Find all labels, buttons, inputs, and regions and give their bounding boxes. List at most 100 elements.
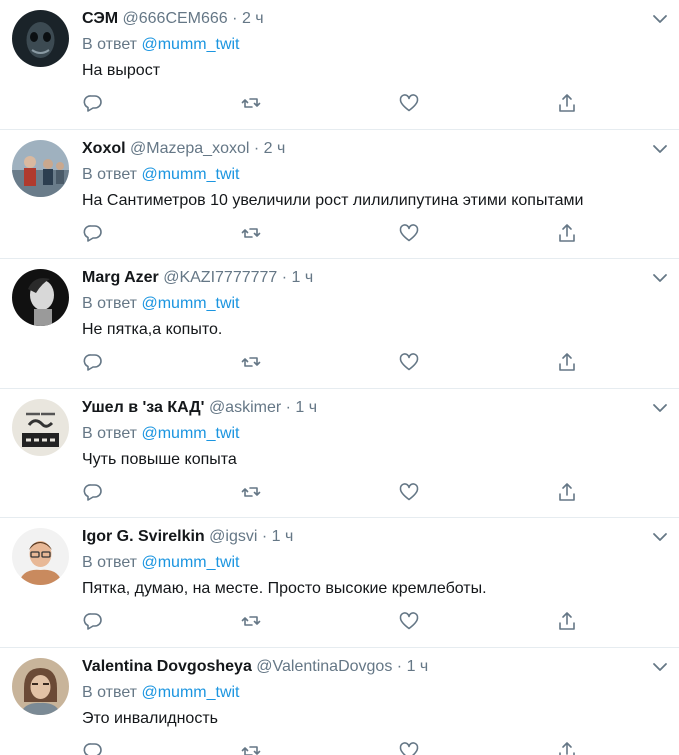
heart-icon[interactable] <box>398 222 420 244</box>
share-icon[interactable] <box>556 222 578 244</box>
heart-icon[interactable] <box>398 481 420 503</box>
author-handle[interactable]: @666CEM666 <box>123 10 228 27</box>
chevron-down-icon[interactable] <box>651 658 669 676</box>
tweet[interactable]: СЭМ @666CEM666 · 2 ч В ответ @mumm_twit … <box>0 0 679 130</box>
reply-context: В ответ @mumm_twit <box>82 34 639 56</box>
separator-dot: · <box>232 10 238 27</box>
dark-mask-avatar-icon <box>12 10 69 67</box>
tweet-content: Marg Azer @KAZI7777777 · 1 ч В ответ @mu… <box>82 267 639 341</box>
tweet-text: Это инвалидность <box>82 709 218 727</box>
reply-to-link[interactable]: @mumm_twit <box>141 166 239 183</box>
tweet[interactable]: Xoxol @Mazepa_xoxol · 2 ч В ответ @mumm_… <box>0 130 679 259</box>
share-icon[interactable] <box>556 481 578 503</box>
author-name[interactable]: Marg Azer <box>82 269 159 286</box>
reply-icon[interactable] <box>82 222 104 244</box>
share-icon[interactable] <box>556 610 578 632</box>
author-handle[interactable]: @askimer <box>209 399 281 416</box>
reply-prefix: В ответ <box>82 554 138 571</box>
tweet-text: Чуть повыше копыта <box>82 450 237 468</box>
separator-dot: · <box>285 398 291 416</box>
tweet-content: СЭМ @666CEM666 · 2 ч В ответ @mumm_twit … <box>82 8 639 82</box>
reply-to-link[interactable]: @mumm_twit <box>141 425 239 442</box>
chevron-down-icon[interactable] <box>651 528 669 546</box>
heart-icon[interactable] <box>398 92 420 114</box>
author-handle[interactable]: @ValentinaDovgos <box>256 658 392 675</box>
tweet-actions <box>82 351 592 373</box>
author-handle[interactable]: @KAZI7777777 <box>163 269 277 286</box>
timestamp[interactable]: 1 ч <box>407 658 429 675</box>
tweet[interactable]: Ушел в 'за КАД' @askimer · 1 ч В ответ @… <box>0 389 679 518</box>
author-name[interactable]: Valentina Dovgosheya <box>82 658 252 675</box>
tweet-content: Valentina Dovgosheya @ValentinaDovgos · … <box>82 656 639 730</box>
avatar[interactable] <box>12 269 69 326</box>
reply-prefix: В ответ <box>82 424 138 442</box>
separator-dot: · <box>396 657 403 675</box>
avatar[interactable] <box>12 657 69 715</box>
chevron-down-icon[interactable] <box>651 269 669 287</box>
tweet-text: Пятка, думаю, на месте. Просто высокие к… <box>82 580 487 597</box>
timestamp[interactable]: 1 ч <box>295 399 317 416</box>
tweet-text: На Сантиметров 10 увеличили рост лилилип… <box>82 191 584 209</box>
reply-to-link[interactable]: @mumm_twit <box>141 554 239 571</box>
timestamp[interactable]: 1 ч <box>292 269 314 286</box>
timestamp[interactable]: 2 ч <box>264 140 286 157</box>
reply-prefix: В ответ <box>82 36 138 53</box>
tweet-header: Valentina Dovgosheya @ValentinaDovgos · … <box>82 656 639 678</box>
retweet-icon[interactable] <box>240 740 262 755</box>
chevron-down-icon[interactable] <box>651 140 669 158</box>
reply-icon[interactable] <box>82 351 104 373</box>
reply-icon[interactable] <box>82 740 104 755</box>
tweet-header: СЭМ @666CEM666 · 2 ч <box>82 8 639 30</box>
avatar[interactable] <box>12 398 69 456</box>
timestamp[interactable]: 1 ч <box>272 528 294 545</box>
heart-icon[interactable] <box>398 610 420 632</box>
author-name[interactable]: Ушел в 'за КАД' <box>82 399 204 416</box>
reply-to-link[interactable]: @mumm_twit <box>141 36 239 53</box>
retweet-icon[interactable] <box>240 92 262 114</box>
reply-icon[interactable] <box>82 92 104 114</box>
woman-photo-avatar-icon <box>12 657 69 715</box>
text-badge-avatar-icon <box>12 398 69 456</box>
author-name[interactable]: Igor G. Svirelkin <box>82 528 205 545</box>
share-icon[interactable] <box>556 92 578 114</box>
separator-dot: · <box>261 528 268 545</box>
author-name[interactable]: СЭМ <box>82 10 118 27</box>
reply-to-link[interactable]: @mumm_twit <box>141 295 239 312</box>
share-icon[interactable] <box>556 740 578 755</box>
heart-icon[interactable] <box>398 351 420 373</box>
reply-context: В ответ @mumm_twit <box>82 552 639 574</box>
author-handle[interactable]: @igsvi <box>209 528 257 545</box>
avatar[interactable] <box>12 10 69 67</box>
author-handle[interactable]: @Mazepa_xoxol <box>130 140 249 157</box>
reply-context: В ответ @mumm_twit <box>82 682 639 704</box>
tweet[interactable]: Valentina Dovgosheya @ValentinaDovgos · … <box>0 648 679 755</box>
reply-prefix: В ответ <box>82 683 138 701</box>
share-icon[interactable] <box>556 351 578 373</box>
tweet[interactable]: Marg Azer @KAZI7777777 · 1 ч В ответ @mu… <box>0 259 679 389</box>
reply-icon[interactable] <box>82 610 104 632</box>
timestamp[interactable]: 2 ч <box>242 10 264 27</box>
avatar[interactable] <box>12 139 69 197</box>
avatar[interactable] <box>12 528 69 585</box>
retweet-icon[interactable] <box>240 481 262 503</box>
tweet-text: На вырост <box>82 62 161 79</box>
chevron-down-icon[interactable] <box>651 399 669 417</box>
crowd-photo-avatar-icon <box>12 139 69 197</box>
heart-icon[interactable] <box>398 740 420 755</box>
separator-dot: · <box>281 269 288 286</box>
reply-context: В ответ @mumm_twit <box>82 164 639 186</box>
tweet-actions <box>82 481 592 503</box>
author-name[interactable]: Xoxol <box>82 140 126 157</box>
reply-prefix: В ответ <box>82 295 138 312</box>
tweet-content: Xoxol @Mazepa_xoxol · 2 ч В ответ @mumm_… <box>82 138 639 212</box>
reply-to-link[interactable]: @mumm_twit <box>141 684 239 701</box>
retweet-icon[interactable] <box>240 351 262 373</box>
retweet-icon[interactable] <box>240 610 262 632</box>
reply-icon[interactable] <box>82 481 104 503</box>
retweet-icon[interactable] <box>240 222 262 244</box>
portrait-bw-avatar-icon <box>12 269 69 326</box>
tweet-feed: СЭМ @666CEM666 · 2 ч В ответ @mumm_twit … <box>0 0 679 755</box>
tweet[interactable]: Igor G. Svirelkin @igsvi · 1 ч В ответ @… <box>0 518 679 648</box>
tweet-header: Xoxol @Mazepa_xoxol · 2 ч <box>82 138 639 160</box>
chevron-down-icon[interactable] <box>651 10 669 28</box>
